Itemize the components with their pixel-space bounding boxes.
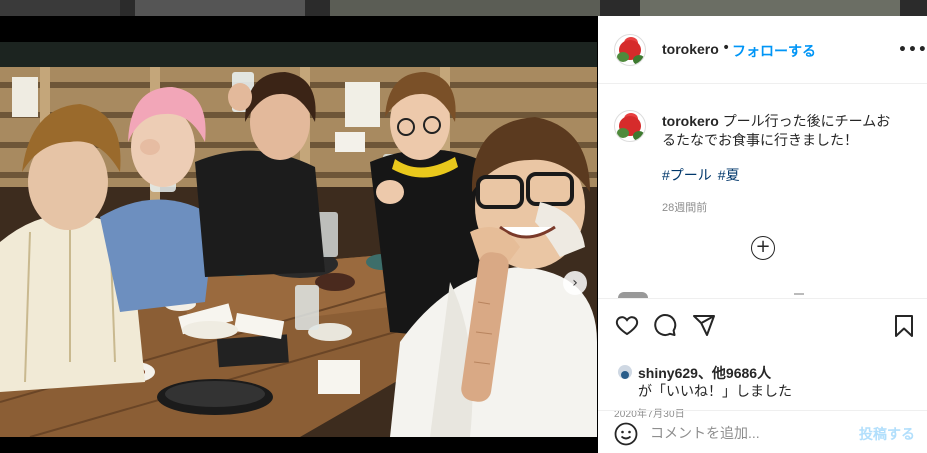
likes-count[interactable]: 、他9686人 — [698, 365, 771, 381]
separator-dot: • — [722, 40, 731, 56]
share-icon[interactable] — [692, 313, 716, 337]
comment-text-peek — [794, 293, 804, 295]
carousel-next-button[interactable]: › — [563, 271, 587, 295]
caption-text: torokero プール行った後にチームおるたなでお食事に行きました！ — [662, 112, 902, 150]
avatar-part — [617, 128, 629, 138]
hashtag-list: #プール #夏 — [662, 165, 746, 185]
follow-button[interactable]: フォローする — [732, 41, 816, 61]
caption-avatar[interactable] — [614, 110, 646, 142]
background-block — [135, 0, 305, 16]
photo-illustration — [0, 42, 597, 437]
comment-icon[interactable] — [653, 313, 677, 337]
post-header: torokero • フォローする ••• — [598, 16, 927, 84]
more-horizontal-icon[interactable]: ••• — [898, 42, 927, 58]
hashtag-link[interactable]: #夏 — [718, 167, 740, 183]
avatar[interactable] — [614, 34, 646, 66]
smile-icon[interactable] — [614, 422, 638, 446]
post-side-panel: torokero • フォローする ••• torokero プール行った後にチ… — [598, 16, 927, 453]
action-icon-bar — [614, 313, 914, 339]
caption-timestamp[interactable]: 28週間前 — [662, 199, 707, 215]
post-photo: › — [0, 42, 597, 437]
plus-circle-icon[interactable]: + — [751, 236, 775, 260]
background-page-strip — [0, 0, 927, 16]
comment-input[interactable] — [650, 423, 850, 443]
likes-suffix: が「いいね！」しました — [638, 383, 792, 399]
post-actions: shiny629、他9686人 が「いいね！」しました 2020年7月30日 — [598, 298, 927, 428]
username-link[interactable]: torokero — [662, 41, 719, 57]
liker-avatar[interactable] — [618, 365, 632, 379]
caption-username[interactable]: torokero — [662, 113, 719, 129]
chevron-right-icon: › — [572, 275, 578, 291]
likes-summary[interactable]: shiny629、他9686人 — [638, 363, 771, 383]
avatar-part — [617, 52, 629, 62]
hashtag-link[interactable]: #プール — [662, 167, 712, 183]
post-comment-button[interactable]: 投稿する — [859, 424, 915, 444]
plus-glyph: + — [755, 236, 771, 257]
background-block — [0, 0, 120, 16]
liker-username[interactable]: shiny629 — [638, 365, 698, 381]
background-block — [640, 0, 900, 16]
avatar-part — [633, 55, 645, 65]
heart-icon[interactable] — [614, 313, 640, 337]
avatar-part — [633, 131, 645, 141]
background-block — [330, 0, 600, 16]
bookmark-icon[interactable] — [892, 313, 916, 339]
instagram-post-view: › torokero • フォローする ••• torokero プール行った後… — [0, 0, 927, 453]
comment-composer: 投稿する — [598, 410, 927, 453]
